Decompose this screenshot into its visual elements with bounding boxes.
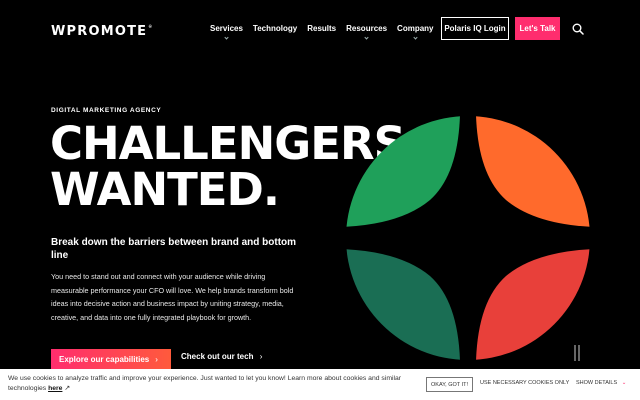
chevron-right-icon: › [155,354,158,364]
show-details-label: SHOW DETAILS [576,380,618,386]
nav-results-label: Results [307,24,337,33]
wpromote-logo[interactable]: WPROMOTE® [51,24,153,39]
cta-primary-label: Explore our capabilities [59,354,150,364]
polaris-login-button[interactable]: Polaris IQ Login [441,17,509,40]
cookie-banner: We use cookies to analyze traffic and im… [0,369,640,400]
logo-text: WPROMOTE [51,24,148,39]
nav-technology[interactable]: Technology [253,24,297,33]
orange-quadrant [476,116,590,227]
show-details-button[interactable]: SHOW DETAILS ⌄ [576,380,626,386]
cookie-text: We use cookies to analyze traffic and im… [8,374,418,393]
external-link-icon: ↗ [64,384,71,392]
nav-company-label: Company [397,24,434,33]
nav-results[interactable]: Results [307,24,336,33]
nav-resources-label: Resources [346,24,388,33]
nav-resources[interactable]: Resources [346,24,388,40]
site-header: WPROMOTE® Services Technology Results Re… [0,0,640,58]
lets-talk-button[interactable]: Let's Talk [515,17,560,40]
check-out-tech-link[interactable]: Check out our tech › [181,352,262,361]
explore-capabilities-button[interactable]: Explore our capabilities › [51,349,171,369]
hero-art-quadrants [346,116,590,360]
nav-services-label: Services [210,24,243,33]
nav-company[interactable]: Company [397,24,434,40]
teal-quadrant [346,249,460,360]
green-quadrant [346,116,460,227]
nav-technology-label: Technology [252,24,298,33]
chevron-down-icon [413,35,418,40]
search-icon[interactable] [572,23,584,35]
necessary-cookies-button[interactable]: USE NECESSARY COOKIES ONLY [480,380,569,386]
cookie-link-here[interactable]: here [48,385,62,392]
chevron-down-icon [224,35,229,40]
nav-services[interactable]: Services [210,24,243,40]
hero-eyebrow: DIGITAL MARKETING AGENCY [51,107,162,114]
hero-body: You need to stand out and connect with y… [51,272,294,323]
cta-secondary-label: Check out our tech [181,352,254,361]
main-nav: Services Technology Results Resources Co… [210,24,444,40]
pause-icon[interactable] [572,345,582,365]
accept-cookies-button[interactable]: OKAY, GOT IT! [426,377,473,392]
hero-subhead: Break down the barriers between brand an… [51,237,297,261]
logo-registered-mark: ® [148,24,154,29]
chevron-right-icon: › [259,352,263,361]
chevron-down-icon: ⌄ [621,380,627,386]
chevron-down-icon [364,35,369,40]
